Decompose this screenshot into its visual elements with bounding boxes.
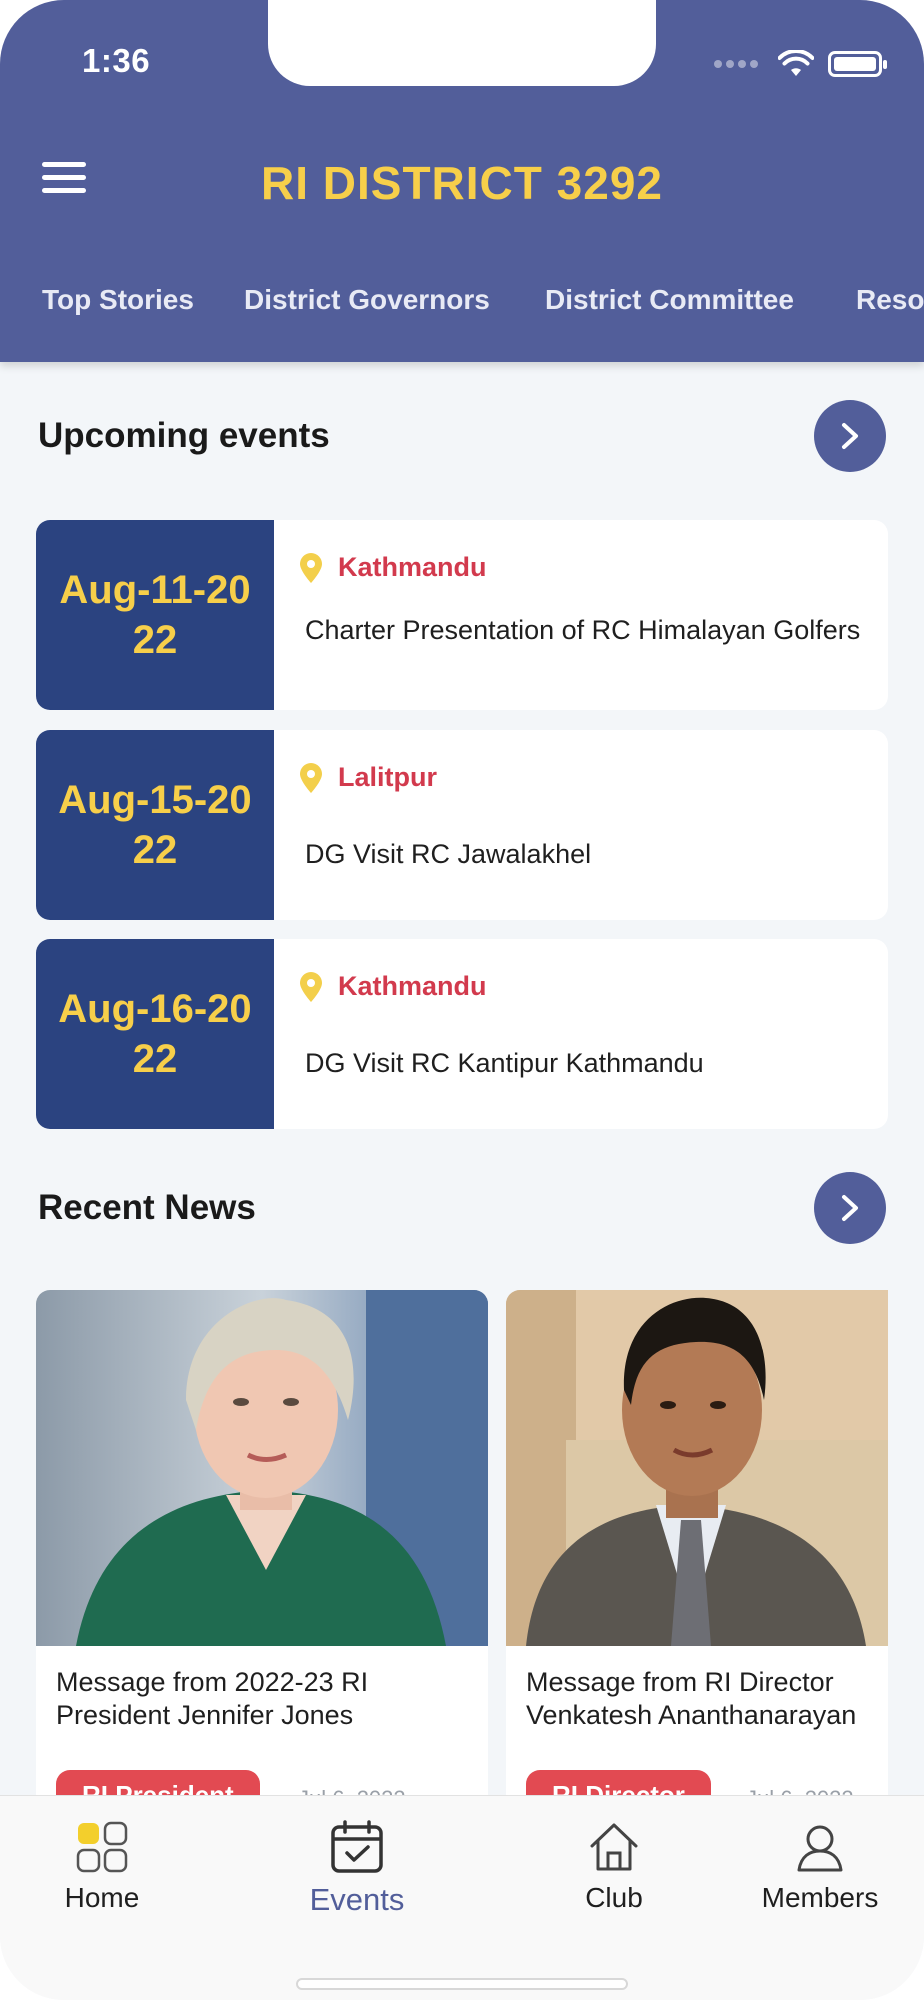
event-title: Charter Presentation of RC Himalayan Gol… [305,615,861,645]
news-photo [36,1290,488,1646]
tabbar-home[interactable]: Home [12,1818,192,1914]
news-card[interactable]: Message from 2022-23 RI President Jennif… [36,1290,488,1830]
tab-district-committee[interactable]: District Committee [545,284,794,316]
house-icon [524,1818,704,1876]
event-location: Lalitpur [300,762,437,793]
home-grid-icon [12,1818,192,1876]
person-icon [730,1818,910,1876]
news-card[interactable]: Message from RI Director Venkatesh Anant… [506,1290,888,1830]
event-location-text: Kathmandu [338,552,487,582]
news-title: Message from 2022-23 RI President Jennif… [56,1667,369,1730]
event-card[interactable]: Aug-16-2022 Kathmandu DG Visit RC Kantip… [36,939,888,1129]
recent-news-title: Recent News [38,1188,256,1227]
tabbar-members-label: Members [761,1882,879,1913]
status-icons [714,44,887,84]
location-pin-icon [300,552,322,583]
event-location-text: Lalitpur [338,762,437,792]
tabbar-club[interactable]: Club [524,1818,704,1914]
tab-resources[interactable]: Reso [856,284,924,316]
event-title: DG Visit RC Kantipur Kathmandu [305,1048,704,1078]
battery-icon [828,51,887,77]
tab-top-stories[interactable]: Top Stories [42,284,194,316]
news-title: Message from RI Director Venkatesh Anant… [526,1667,857,1730]
recent-news-more-button[interactable] [814,1172,886,1244]
event-card[interactable]: Aug-11-2022 Kathmandu Charter Presentati… [36,520,888,710]
tab-district-governors[interactable]: District Governors [244,284,490,316]
app-title: RI DISTRICT 3292 [261,157,663,209]
event-date: Aug-15-2022 [36,730,274,920]
location-pin-icon [300,971,322,1002]
event-title: DG Visit RC Jawalakhel [305,839,592,869]
event-date: Aug-16-2022 [36,939,274,1129]
upcoming-events-more-button[interactable] [814,400,886,472]
app-header: 1:36 RI DISTRICT 3292 Top Stories Distri… [0,0,924,362]
tabbar-club-label: Club [585,1882,643,1913]
cellular-signal-icon [714,60,758,68]
event-location: Kathmandu [300,552,487,583]
home-indicator [296,1978,628,1990]
tabbar-members[interactable]: Members [730,1818,910,1914]
tabbar-events[interactable]: Events [267,1818,447,1918]
calendar-check-icon [267,1818,447,1876]
event-date: Aug-11-2022 [36,520,274,710]
event-location-text: Kathmandu [338,971,487,1001]
location-pin-icon [300,762,322,793]
wifi-icon [778,50,814,76]
status-time: 1:36 [82,42,151,79]
chevron-right-icon [842,423,858,449]
app-screen: 1:36 RI DISTRICT 3292 Top Stories Distri… [0,0,924,2000]
chevron-right-icon [842,1195,858,1221]
event-location: Kathmandu [300,971,487,1002]
news-photo [506,1290,888,1646]
category-tabs: Top Stories District Governors District … [0,284,924,324]
tabbar-home-label: Home [64,1882,140,1913]
device-notch [268,0,656,86]
bottom-tab-bar: Home Events Club Members [0,1795,924,2000]
event-card[interactable]: Aug-15-2022 Lalitpur DG Visit RC Jawalak… [36,730,888,920]
tabbar-events-label: Events [309,1882,405,1917]
upcoming-events-title: Upcoming events [38,416,330,455]
